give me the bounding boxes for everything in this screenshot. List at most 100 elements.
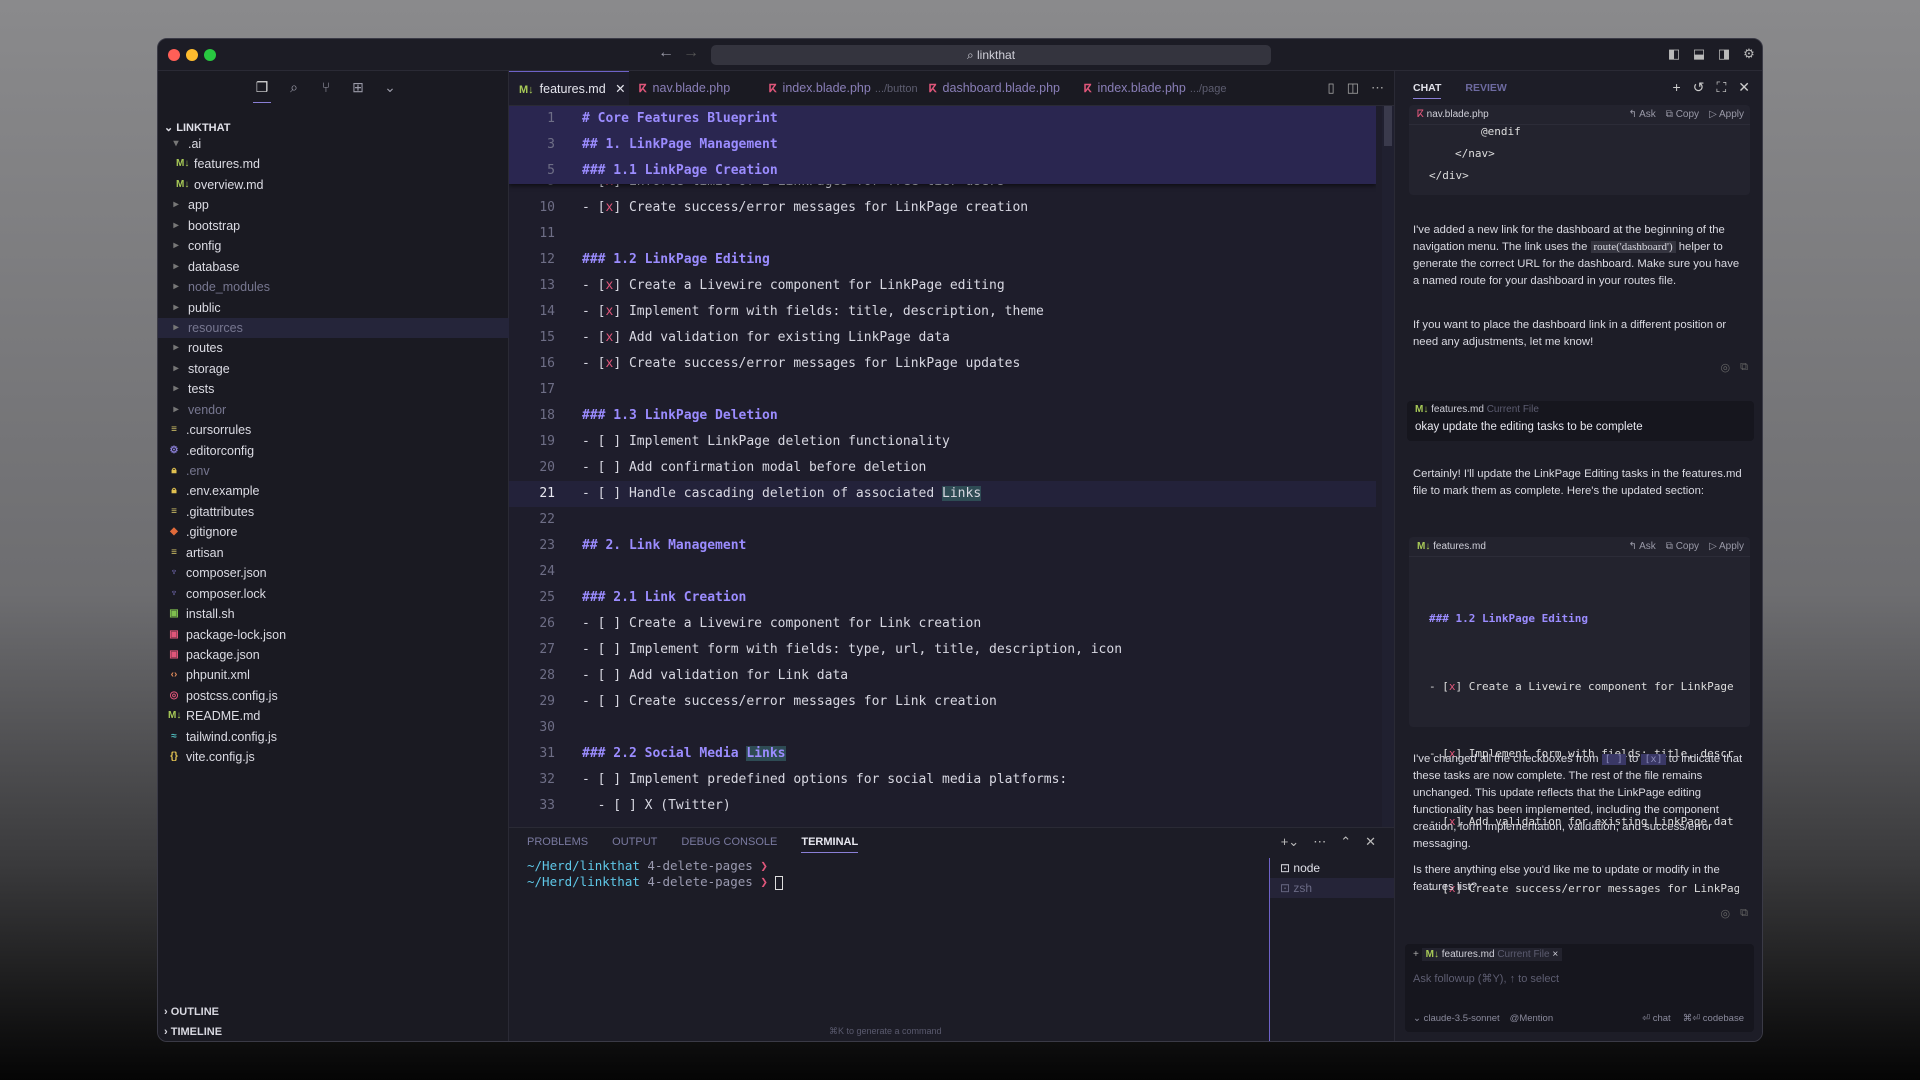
maximize-panel-icon[interactable]: ⌃ <box>1340 834 1351 850</box>
terminal-output[interactable]: ~/Herd/linkthat 4-delete-pages ❯ ~/Herd/l… <box>527 858 784 890</box>
file-tree-item[interactable]: ▣ install.sh <box>158 604 509 624</box>
editor-scrollbar[interactable] <box>1382 106 1394 891</box>
file-tree-item[interactable]: ⚙ .editorconfig <box>158 441 509 461</box>
back-arrow-icon[interactable]: ← <box>658 44 674 62</box>
code-line[interactable]: 24 <box>509 559 1376 585</box>
code-line[interactable]: 26 - [ ] Create a Livewire component for … <box>509 611 1376 637</box>
code-line[interactable]: 29 - [ ] Create success/error messages fo… <box>509 689 1376 715</box>
file-tree-item[interactable]: ♆ composer.lock <box>158 584 509 604</box>
tab-problems[interactable]: PROBLEMS <box>527 836 588 853</box>
close-panel-icon[interactable]: ✕ <box>1365 834 1376 850</box>
terminal-instance[interactable]: ⊡ zsh <box>1270 878 1394 898</box>
model-selector[interactable]: ⌄ claude-3.5-sonnet <box>1413 1013 1500 1024</box>
toggle-panel-icon[interactable]: ⬓ <box>1691 46 1707 62</box>
copy-icon[interactable]: ⧉ <box>1740 907 1748 920</box>
code-line[interactable]: 28 - [ ] Add validation for Link data <box>509 663 1376 689</box>
more-icon[interactable]: ⋯ <box>1313 834 1326 850</box>
user-message[interactable]: M↓ features.md Current File okay update … <box>1407 401 1754 441</box>
close-tab-icon[interactable]: ✕ <box>612 82 625 96</box>
file-tree-item[interactable]: ▸ resources <box>158 317 509 339</box>
code-line[interactable]: 13 - [x] Create a Livewire component for … <box>509 273 1376 299</box>
tab-review[interactable]: REVIEW <box>1465 82 1506 99</box>
history-icon[interactable]: ↺ <box>1693 79 1705 96</box>
search-icon[interactable]: ⌕ <box>285 79 303 103</box>
submit-codebase-button[interactable]: ⌘⏎ codebase <box>1683 1013 1744 1024</box>
tab-terminal[interactable]: TERMINAL <box>801 836 859 853</box>
outline-section[interactable]: › OUTLINE <box>164 1005 219 1019</box>
close-window-button[interactable] <box>168 49 180 61</box>
toggle-sidebar-icon[interactable]: ◧ <box>1666 46 1682 62</box>
file-tree-item[interactable]: ▸ vendor <box>158 400 509 420</box>
file-tree-item[interactable]: ▸ node_modules <box>158 277 509 297</box>
tab-chat[interactable]: CHAT <box>1413 82 1442 99</box>
tab-index-blade-php[interactable]: ⴽ index.blade.php .../page <box>1074 71 1234 105</box>
code-line[interactable]: 31 ### 2.2 Social Media Links <box>509 741 1376 767</box>
tab-index-blade-php[interactable]: ⴽ index.blade.php .../button <box>759 71 919 105</box>
maximize-window-button[interactable] <box>204 49 216 61</box>
file-tree-item[interactable]: {} vite.config.js <box>158 747 509 767</box>
code-editor[interactable]: 1 # Core Features Blueprint 3 ## 1. LinkPag… <box>509 106 1376 891</box>
file-tree-item[interactable]: ▸ database <box>158 257 509 277</box>
code-line[interactable]: 11 <box>509 221 1376 247</box>
split-editor-icon[interactable]: ◫ <box>1347 80 1359 96</box>
terminal-instance[interactable]: ⊡ node <box>1270 858 1394 878</box>
file-tree-item[interactable]: ‹› phpunit.xml <box>158 665 509 685</box>
code-line[interactable]: 22 <box>509 507 1376 533</box>
code-line[interactable]: 14 - [x] Implement form with fields: titl… <box>509 299 1376 325</box>
file-tree-item[interactable]: ▣ package.json <box>158 645 509 665</box>
new-terminal-icon[interactable]: +⌄ <box>1281 834 1299 850</box>
timeline-section[interactable]: › TIMELINE <box>164 1025 222 1039</box>
file-tree-item[interactable]: M↓ overview.md <box>158 175 509 195</box>
open-preview-icon[interactable]: ▯ <box>1328 80 1335 96</box>
minimize-window-button[interactable] <box>186 49 198 61</box>
copy-button[interactable]: ⧉ Copy <box>1666 105 1699 125</box>
file-context-chip[interactable]: M↓ features.md Current File × <box>1421 948 1563 961</box>
file-tree-item[interactable]: ◆ .gitignore <box>158 522 509 542</box>
tab-dashboard-blade-php[interactable]: ⴽ dashboard.blade.php <box>919 71 1074 105</box>
copy-button[interactable]: ⧉ Copy <box>1666 537 1699 557</box>
code-line[interactable]: 30 <box>509 715 1376 741</box>
sticky-line[interactable]: 5 ### 1.1 LinkPage Creation <box>509 158 1376 184</box>
file-tree-item[interactable]: ▸ tests <box>158 379 509 399</box>
file-tree-item[interactable]: ▸ routes <box>158 338 509 358</box>
tab-nav-blade-php[interactable]: ⴽ nav.blade.php <box>629 71 759 105</box>
apply-button[interactable]: ▷ Apply <box>1709 105 1744 125</box>
code-line[interactable]: 25 ### 2.1 Link Creation <box>509 585 1376 611</box>
sticky-line[interactable]: 3 ## 1. LinkPage Management <box>509 132 1376 158</box>
file-tree-item[interactable]: ▸ bootstrap <box>158 216 509 236</box>
add-context-icon[interactable]: + <box>1413 949 1422 960</box>
code-line[interactable]: 12 ### 1.2 LinkPage Editing <box>509 247 1376 273</box>
mention-button[interactable]: @Mention <box>1510 1013 1553 1024</box>
file-tree-item[interactable]: ≡ .gitattributes <box>158 502 509 522</box>
code-line[interactable]: 32 - [ ] Implement predefined options for… <box>509 767 1376 793</box>
code-line[interactable]: 16 - [x] Create success/error messages fo… <box>509 351 1376 377</box>
code-line[interactable]: 27 - [ ] Implement form with fields: type… <box>509 637 1376 663</box>
file-tree-item[interactable]: M↓ features.md <box>158 154 509 174</box>
explorer-root[interactable]: ⌄ LINKTHAT <box>164 121 230 134</box>
file-tree-item[interactable]: ◎ postcss.config.js <box>158 686 509 706</box>
forward-arrow-icon[interactable]: → <box>683 44 699 62</box>
submit-chat-button[interactable]: ⏎ chat <box>1642 1013 1671 1024</box>
toggle-secondary-sidebar-icon[interactable]: ◨ <box>1716 46 1732 62</box>
code-line[interactable]: 21 - [ ] Handle cascading deletion of ass… <box>509 481 1376 507</box>
code-line[interactable]: 23 ## 2. Link Management <box>509 533 1376 559</box>
code-line[interactable]: 20 - [ ] Add confirmation modal before de… <box>509 455 1376 481</box>
file-tree-item[interactable]: M↓ README.md <box>158 706 509 726</box>
tab-output[interactable]: OUTPUT <box>612 836 657 853</box>
close-icon[interactable]: ✕ <box>1738 79 1750 96</box>
feedback-icon[interactable]: ◎ <box>1721 907 1731 920</box>
files-icon[interactable]: ❐ <box>253 79 271 103</box>
code-line[interactable]: 10 - [x] Create success/error messages fo… <box>509 195 1376 221</box>
file-tree-item[interactable]: ▸ app <box>158 195 509 215</box>
ask-button[interactable]: ↰ Ask <box>1629 537 1656 557</box>
extensions-icon[interactable]: ⊞ <box>349 79 367 103</box>
tab-debug-console[interactable]: DEBUG CONSOLE <box>681 836 777 853</box>
file-tree-item[interactable]: 🔒︎ .env <box>158 461 509 481</box>
feedback-icon[interactable]: ◎ <box>1721 361 1731 374</box>
file-tree-item[interactable]: ≡ .cursorrules <box>158 420 509 440</box>
code-line[interactable]: 18 ### 1.3 LinkPage Deletion <box>509 403 1376 429</box>
tab-features-md[interactable]: M↓ features.md ✕ <box>509 71 629 105</box>
more-actions-icon[interactable]: ⋯ <box>1371 80 1384 96</box>
file-tree-item[interactable]: ▸ storage <box>158 359 509 379</box>
code-line[interactable]: 15 - [x] Add validation for existing Link… <box>509 325 1376 351</box>
